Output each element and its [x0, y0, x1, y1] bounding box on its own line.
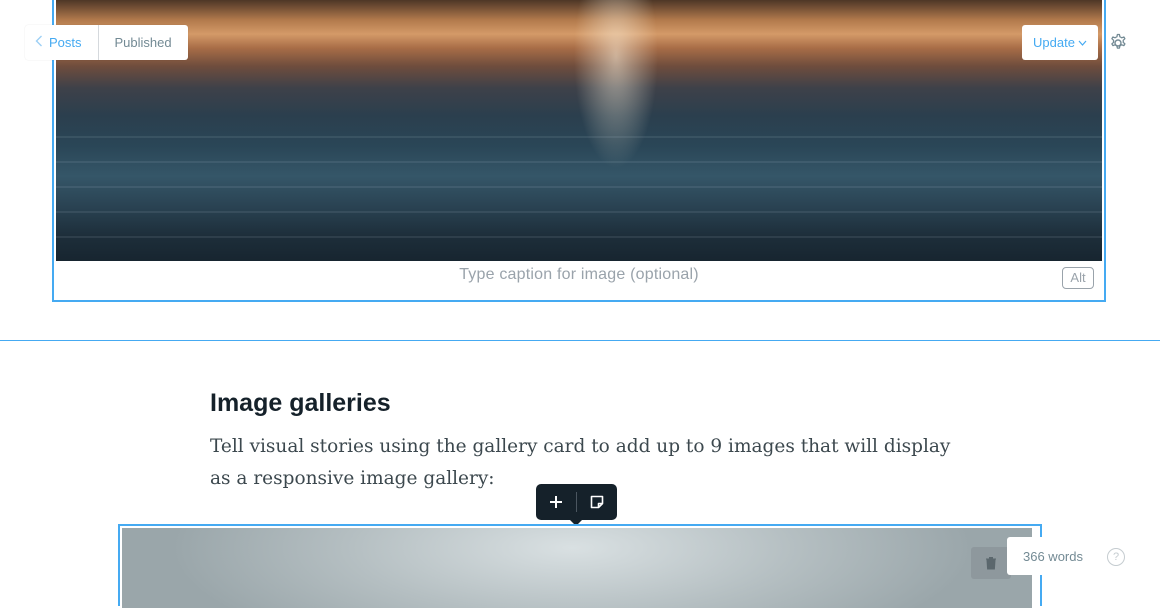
card-toolbar — [536, 484, 617, 526]
breadcrumb: Posts Published — [25, 25, 188, 60]
update-label: Update — [1033, 35, 1075, 50]
post-status-label: Published — [114, 35, 172, 50]
help-button[interactable]: ? — [1107, 548, 1125, 566]
posts-back-label: Posts — [49, 35, 82, 50]
update-button[interactable]: Update — [1022, 25, 1098, 60]
section-heading[interactable]: Image galleries — [210, 389, 391, 418]
alt-text-button[interactable]: Alt — [1062, 267, 1094, 289]
image-card[interactable]: Type caption for image (optional) Alt — [52, 0, 1106, 302]
settings-button[interactable] — [1106, 31, 1130, 55]
plus-icon — [550, 496, 562, 508]
lake-reflection-image[interactable] — [56, 0, 1102, 261]
posts-back-link[interactable]: Posts — [25, 25, 99, 60]
gear-icon — [1111, 33, 1126, 49]
chevron-left-icon — [35, 34, 43, 52]
chevron-down-icon — [1078, 37, 1087, 49]
snippet-icon — [590, 495, 604, 509]
word-count: 366 words — [1007, 537, 1099, 575]
card-divider — [0, 340, 1160, 341]
trash-icon — [986, 557, 996, 570]
gallery-card[interactable] — [118, 524, 1042, 608]
delete-card-button[interactable] — [971, 547, 1011, 579]
save-snippet-button[interactable] — [577, 484, 617, 520]
add-card-button[interactable] — [536, 484, 576, 520]
image-caption-input[interactable]: Type caption for image (optional) — [54, 266, 1104, 284]
gallery-image[interactable] — [122, 528, 1032, 608]
